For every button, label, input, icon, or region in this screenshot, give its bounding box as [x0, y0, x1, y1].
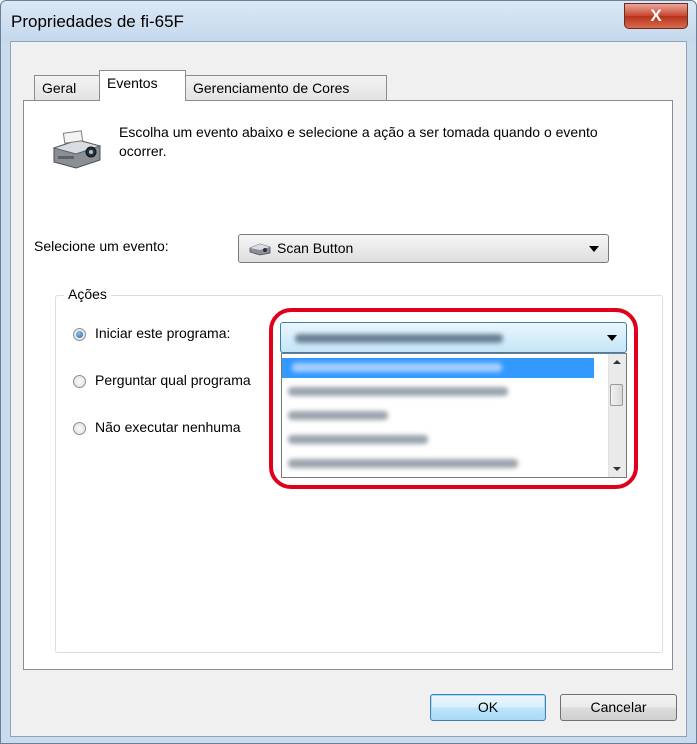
radio-start-program[interactable] — [73, 328, 86, 341]
radio-no-action[interactable] — [73, 422, 86, 435]
radio-no-action-label[interactable]: Não executar nenhuma — [95, 419, 269, 435]
radio-ask-program-label[interactable]: Perguntar qual programa — [95, 372, 269, 388]
tab-label: Eventos — [107, 75, 158, 91]
radio-ask-program[interactable] — [73, 375, 86, 388]
event-select-label: Selecione um evento: — [34, 238, 169, 254]
window-title: Propriedades de fi-65F — [11, 12, 184, 31]
chevron-down-icon — [589, 245, 599, 252]
scanner-icon — [52, 130, 102, 169]
tab-label: Geral — [42, 80, 77, 96]
tab-gerenciamento-de-cores[interactable]: Gerenciamento de Cores — [185, 75, 387, 100]
actions-group-title: Ações — [64, 286, 111, 302]
highlight-annotation — [269, 308, 638, 489]
close-button[interactable]: X — [624, 3, 688, 29]
event-select-value: Scan Button — [277, 240, 354, 256]
intro-text: Escolha um evento abaixo e selecione a a… — [119, 124, 598, 159]
cancel-button[interactable]: Cancelar — [560, 694, 677, 721]
close-icon: X — [650, 6, 662, 25]
scanner-icon — [249, 243, 271, 256]
radio-dot — [76, 331, 83, 338]
tab-geral[interactable]: Geral — [34, 75, 100, 100]
ok-button[interactable]: OK — [430, 694, 546, 721]
title-bar[interactable]: Propriedades de fi-65F X — [1, 1, 696, 41]
tab-label: Gerenciamento de Cores — [193, 80, 350, 96]
tab-eventos[interactable]: Eventos — [99, 70, 186, 101]
radio-start-program-label[interactable]: Iniciar este programa: — [95, 325, 230, 341]
event-select[interactable]: Scan Button — [238, 234, 609, 263]
